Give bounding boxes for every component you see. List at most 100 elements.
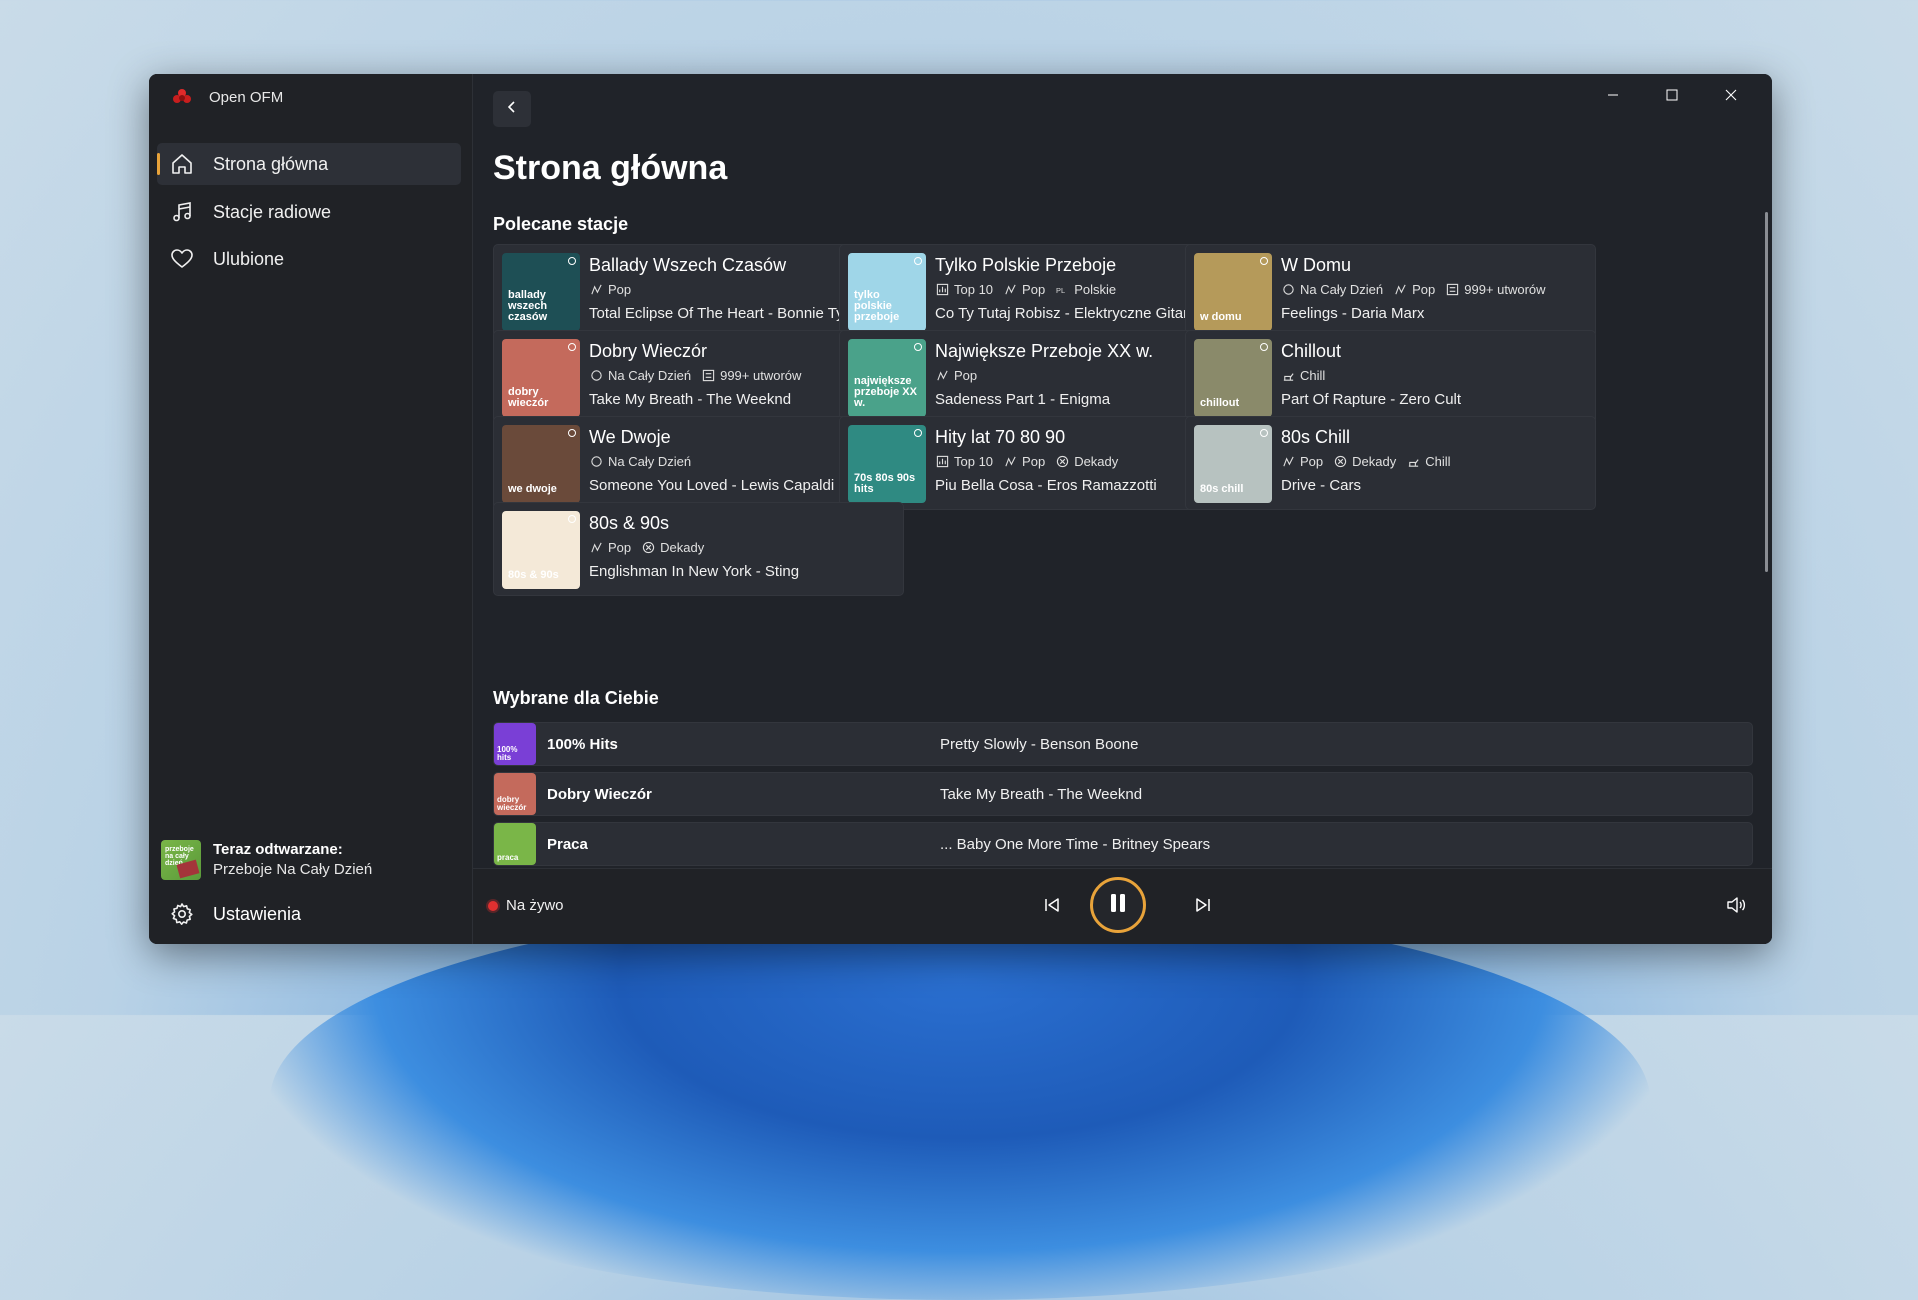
live-dot-icon xyxy=(488,900,498,911)
station-tag-label: Na Cały Dzień xyxy=(608,368,692,383)
station-tag: Dekady xyxy=(1333,454,1396,469)
station-card[interactable]: 80s chill 80s Chill Pop Dekady Chill Drive - … xyxy=(1185,416,1596,510)
station-tag: Top 10 xyxy=(935,282,993,297)
back-button[interactable] xyxy=(493,91,531,127)
station-tag-label: Pop xyxy=(1300,454,1324,469)
genre-icon xyxy=(589,283,603,297)
station-tag-label: Pop xyxy=(1022,282,1046,297)
current-song: Part Of Rapture - Zero Cult xyxy=(1281,391,1462,408)
pl-icon: PL xyxy=(1055,283,1069,297)
chill-icon xyxy=(1281,369,1295,383)
station-art-text: we dwoje xyxy=(508,483,557,495)
current-song: Someone You Loved - Lewis Capaldi xyxy=(589,477,835,494)
live-indicator-icon xyxy=(1260,429,1268,437)
list-item-song: Take My Breath - The Weeknd xyxy=(940,786,1143,803)
station-art-text: chillout xyxy=(1200,397,1240,409)
genre-icon xyxy=(1003,455,1017,469)
heart-icon xyxy=(169,246,195,272)
station-tags: Chill xyxy=(1281,368,1335,383)
scrollbar[interactable] xyxy=(1765,212,1768,572)
chevron-left-icon xyxy=(505,100,519,119)
skip-next-icon xyxy=(1194,896,1212,919)
genre-icon xyxy=(589,541,603,555)
genre-icon xyxy=(935,369,949,383)
chill-icon xyxy=(1406,455,1420,469)
station-tag: Pop xyxy=(1003,454,1045,469)
station-title: Chillout xyxy=(1281,341,1342,361)
station-title: Ballady Wszech Czasów xyxy=(589,255,787,275)
skip-previous-icon xyxy=(1043,896,1061,919)
station-tags: Top 10 Pop Dekady xyxy=(935,454,1128,469)
list-item-artwork: 100% hits xyxy=(494,723,536,765)
previous-button[interactable] xyxy=(1034,889,1070,925)
station-tag-label: 999+ utworów xyxy=(1464,282,1546,297)
station-tag: PL Polskie xyxy=(1055,282,1116,297)
station-card[interactable]: 80s & 90s 80s & 90s Pop Dekady Englishman In… xyxy=(493,502,904,596)
station-tags: Na Cały Dzień xyxy=(589,454,701,469)
chart-icon xyxy=(935,283,949,297)
volume-button[interactable] xyxy=(1718,889,1754,925)
live-indicator-icon xyxy=(1260,343,1268,351)
live-indicator-icon xyxy=(568,429,576,437)
genre-icon xyxy=(1281,455,1295,469)
list-item-artwork: dobry wieczór xyxy=(494,773,536,815)
pause-button[interactable] xyxy=(1090,877,1146,933)
app-window: Open OFM Strona główna Stacje radiowe Ul… xyxy=(149,74,1772,944)
live-label: Na żywo xyxy=(506,897,564,914)
station-title: Tylko Polskie Przeboje xyxy=(935,255,1117,275)
minimize-button[interactable] xyxy=(1593,82,1633,112)
list-item[interactable]: praca Praca ... Baby One More Time - Britn… xyxy=(493,822,1753,866)
station-art-text: w domu xyxy=(1200,311,1242,323)
nav-item-stations[interactable]: Stacje radiowe xyxy=(157,191,461,233)
station-tags: Pop xyxy=(935,368,987,383)
settings-button[interactable]: Ustawienia xyxy=(157,893,461,935)
station-tag-label: Dekady xyxy=(660,540,705,555)
list-item[interactable]: dobry wieczór Dobry Wieczór Take My Breath… xyxy=(493,772,1753,816)
station-tag: Pop xyxy=(1393,282,1435,297)
live-indicator-icon xyxy=(914,257,922,265)
station-tag: Na Cały Dzień xyxy=(1281,282,1383,297)
station-tag-label: Pop xyxy=(608,282,632,297)
station-tag: Pop xyxy=(935,368,977,383)
station-art-text: 70s 80s 90s hits xyxy=(854,472,916,495)
circle-icon xyxy=(589,369,603,383)
decade-icon xyxy=(1333,455,1347,469)
sidebar: Open OFM Strona główna Stacje radiowe Ul… xyxy=(149,74,473,944)
list-icon xyxy=(1445,283,1459,297)
station-artwork: w domu xyxy=(1194,253,1272,331)
nav-item-home[interactable]: Strona główna xyxy=(157,143,461,185)
maximize-button[interactable] xyxy=(1652,82,1692,112)
genre-icon xyxy=(1393,283,1407,297)
active-indicator xyxy=(157,153,160,175)
station-tag-label: Na Cały Dzień xyxy=(608,454,692,469)
next-button[interactable] xyxy=(1185,889,1221,925)
station-art-text: dobry wieczór xyxy=(508,386,549,409)
live-indicator-icon xyxy=(914,343,922,351)
maximize-icon xyxy=(1666,88,1678,106)
now-playing-label: Teraz odtwarzane: xyxy=(213,841,343,858)
station-title: 80s & 90s xyxy=(589,513,670,533)
gear-icon xyxy=(169,901,195,927)
station-card[interactable]: chillout Chillout Chill Part Of Rapture - Z… xyxy=(1185,330,1596,424)
current-song: Piu Bella Cosa - Eros Ramazzotti xyxy=(935,477,1157,494)
station-artwork: chillout xyxy=(1194,339,1272,417)
app-title: Open OFM xyxy=(209,88,284,106)
now-playing[interactable]: przeboje na cały dzień Teraz odtwarzane:… xyxy=(161,840,461,880)
current-song: Co Ty Tutaj Robisz - Elektryczne Gitary xyxy=(935,305,1196,322)
close-button[interactable] xyxy=(1711,82,1751,112)
music-note-icon xyxy=(169,199,195,225)
chart-icon xyxy=(935,455,949,469)
station-art-text: największe przeboje XX w. xyxy=(854,375,917,409)
list-art-text: dobry wieczór xyxy=(497,795,527,812)
list-item-name: Praca xyxy=(547,836,588,853)
nav-item-favorites[interactable]: Ulubione xyxy=(157,238,461,280)
picked-section-title: Wybrane dla Ciebie xyxy=(493,688,659,708)
station-title: Dobry Wieczór xyxy=(589,341,708,361)
station-tag-label: Pop xyxy=(608,540,632,555)
station-tag-label: Dekady xyxy=(1352,454,1397,469)
station-card[interactable]: w domu W Domu Na Cały Dzień Pop 999+ utworów… xyxy=(1185,244,1596,338)
list-item[interactable]: 100% hits 100% Hits Pretty Slowly - Benson… xyxy=(493,722,1753,766)
decade-icon xyxy=(1055,455,1069,469)
station-art-text: 80s chill xyxy=(1200,483,1244,495)
station-art-text: tylko polskie przeboje xyxy=(854,289,900,323)
